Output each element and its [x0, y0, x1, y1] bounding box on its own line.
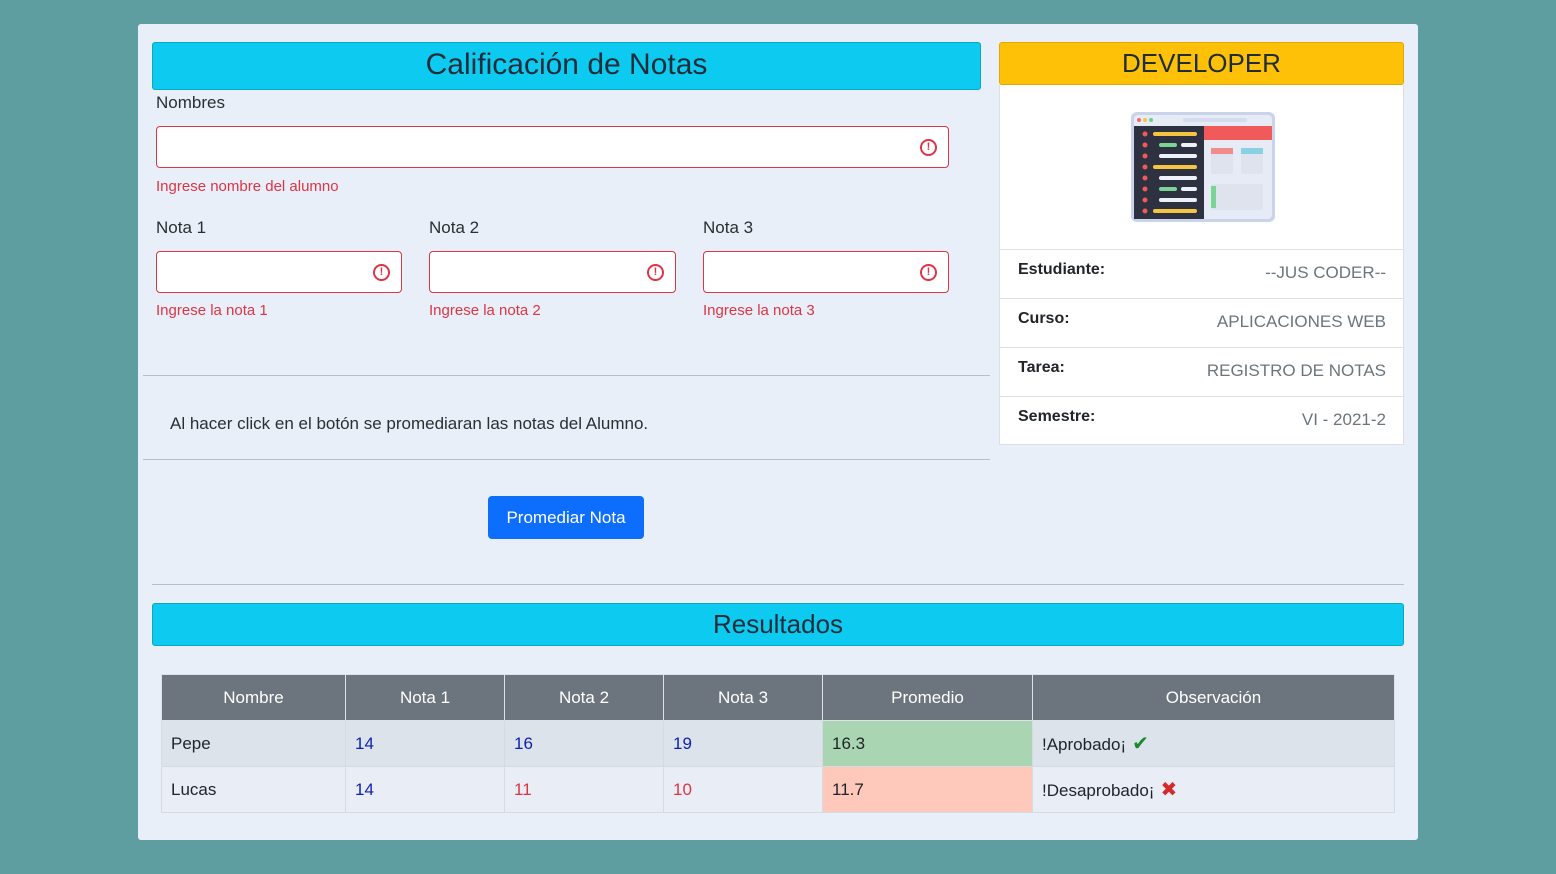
error-icon: ! — [647, 264, 664, 281]
results-title: Resultados — [152, 603, 1404, 646]
cell-nota2: 16 — [504, 720, 664, 767]
observacion-text: !Aprobado¡ — [1042, 735, 1127, 754]
developer-row: Tarea: REGISTRO DE NOTAS — [1000, 347, 1403, 396]
divider — [143, 375, 990, 376]
developer-key: Estudiante: — [1018, 261, 1106, 278]
observacion-text: !Desaprobado¡ — [1042, 781, 1155, 800]
cell-observacion: !Aprobado¡ ✔ — [1032, 720, 1395, 767]
developer-row: Semestre: VI - 2021-2 — [1000, 396, 1403, 445]
developer-key: Semestre: — [1018, 408, 1096, 425]
nombres-label: Nombres — [156, 93, 225, 112]
nota3-field-wrapper: ! — [703, 251, 949, 293]
error-icon: ! — [920, 264, 937, 281]
error-icon: ! — [373, 264, 390, 281]
developer-value: APLICACIONES WEB — [1216, 312, 1386, 331]
column-header: Nota 2 — [504, 674, 664, 721]
cell-nota2: 11 — [504, 766, 664, 813]
nombres-input[interactable] — [157, 127, 948, 167]
divider — [143, 459, 990, 460]
nombres-error: Ingrese nombre del alumno — [156, 178, 339, 195]
cell-promedio: 11.7 — [822, 766, 1033, 813]
column-header: Nota 3 — [663, 674, 823, 721]
nota3-label: Nota 3 — [703, 218, 754, 237]
nota2-label: Nota 2 — [429, 218, 480, 237]
developer-panel: Estudiante: --JUS CODER-- Curso: APLICAC… — [999, 85, 1404, 445]
cell-nombre: Pepe — [161, 720, 346, 767]
nota3-input[interactable] — [704, 252, 948, 292]
cell-observacion: !Desaprobado¡ ✖ — [1032, 766, 1395, 813]
column-header: Promedio — [822, 674, 1033, 721]
cell-nota1: 14 — [345, 766, 505, 813]
error-icon: ! — [920, 139, 937, 156]
main-card: Calificación de Notas Nombres ! Ingrese … — [138, 24, 1418, 840]
nota3-error: Ingrese la nota 3 — [703, 302, 815, 319]
table-row: Pepe 14 16 19 16.3 !Aprobado¡ ✔ — [161, 720, 1395, 767]
developer-value: VI - 2021-2 — [1301, 410, 1386, 429]
results-table: Nombre Nota 1 Nota 2 Nota 3 Promedio Obs… — [161, 674, 1395, 813]
column-header: Observación — [1032, 674, 1395, 721]
nota2-error: Ingrese la nota 2 — [429, 302, 541, 319]
nota1-field-wrapper: ! — [156, 251, 402, 293]
developer-title: DEVELOPER — [999, 42, 1404, 85]
nombres-field-wrapper: ! — [156, 126, 949, 168]
web-app-illustration-icon — [1131, 112, 1275, 222]
developer-row: Estudiante: --JUS CODER-- — [1000, 249, 1403, 298]
check-icon: ✔ — [1132, 733, 1149, 755]
cell-nota3: 19 — [663, 720, 823, 767]
column-header: Nombre — [161, 674, 346, 721]
cell-promedio: 16.3 — [822, 720, 1033, 767]
nota1-input[interactable] — [157, 252, 401, 292]
developer-key: Tarea: — [1018, 359, 1065, 376]
form-title: Calificación de Notas — [152, 42, 981, 90]
table-row: Lucas 14 11 10 11.7 !Desaprobado¡ ✖ — [161, 766, 1395, 813]
developer-key: Curso: — [1018, 310, 1070, 327]
nota1-error: Ingrese la nota 1 — [156, 302, 268, 319]
promediar-button[interactable]: Promediar Nota — [488, 496, 644, 539]
developer-row: Curso: APLICACIONES WEB — [1000, 298, 1403, 347]
developer-value: REGISTRO DE NOTAS — [1206, 361, 1386, 380]
cell-nombre: Lucas — [161, 766, 346, 813]
divider — [152, 584, 1404, 585]
column-header: Nota 1 — [345, 674, 505, 721]
info-text: Al hacer click en el botón se promediara… — [170, 414, 649, 433]
table-header-row: Nombre Nota 1 Nota 2 Nota 3 Promedio Obs… — [161, 674, 1395, 721]
nota1-label: Nota 1 — [156, 218, 207, 237]
cross-icon: ✖ — [1160, 779, 1178, 801]
cell-nota3: 10 — [663, 766, 823, 813]
developer-value: --JUS CODER-- — [1265, 263, 1386, 282]
nota2-input[interactable] — [430, 252, 675, 292]
nota2-field-wrapper: ! — [429, 251, 676, 293]
cell-nota1: 14 — [345, 720, 505, 767]
